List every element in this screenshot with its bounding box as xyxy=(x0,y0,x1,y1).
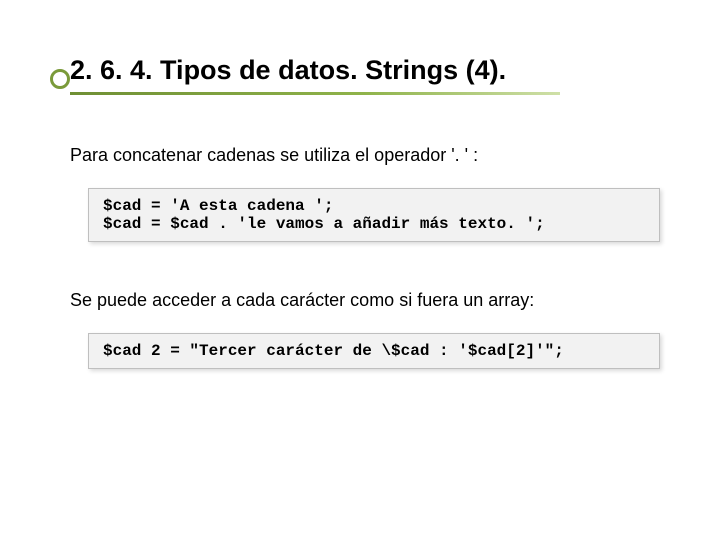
code-block-1: $cad = 'A esta cadena '; $cad = $cad . '… xyxy=(88,188,660,242)
slide: 2. 6. 4. Tipos de datos. Strings (4). Pa… xyxy=(0,0,720,409)
title-underline xyxy=(70,92,560,95)
paragraph-2: Se puede acceder a cada carácter como si… xyxy=(70,290,660,311)
paragraph-1: Para concatenar cadenas se utiliza el op… xyxy=(70,145,660,166)
code-block-2: $cad 2 = "Tercer carácter de \$cad : '$c… xyxy=(88,333,660,369)
bullet-icon xyxy=(50,69,70,89)
slide-title: 2. 6. 4. Tipos de datos. Strings (4). xyxy=(70,55,660,86)
title-area: 2. 6. 4. Tipos de datos. Strings (4). xyxy=(70,55,660,95)
